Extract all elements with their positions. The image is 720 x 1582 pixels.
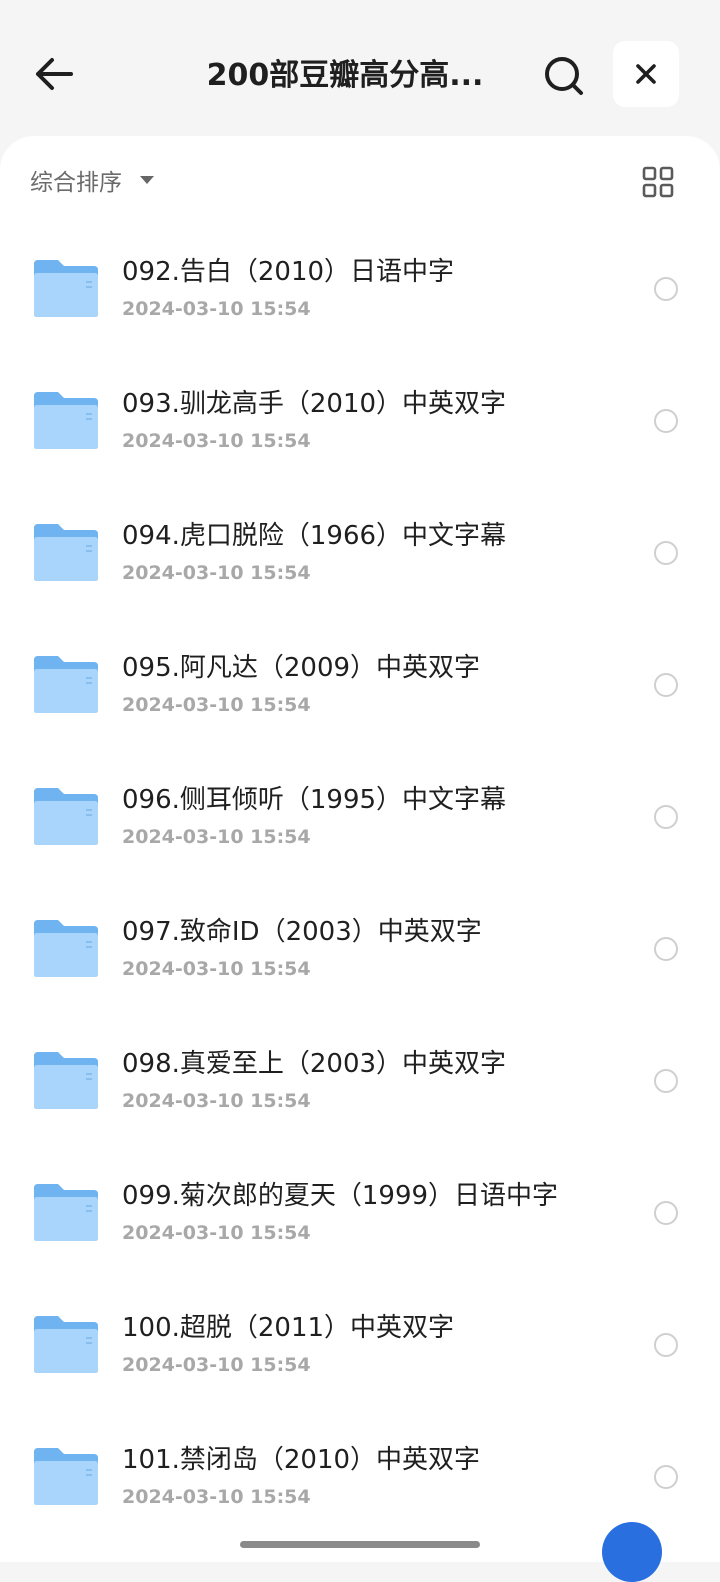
file-list-panel: 综合排序 092.告白（2010）日语中字 2024-03-10 15:54 0… [0, 136, 720, 1562]
file-date: 2024-03-10 15:54 [122, 958, 311, 980]
list-item[interactable]: 095.阿凡达（2009）中英双字 2024-03-10 15:54 [0, 628, 720, 760]
sort-label: 综合排序 [30, 170, 122, 196]
list-item[interactable]: 098.真爱至上（2003）中英双字 2024-03-10 15:54 [0, 1024, 720, 1156]
list-item[interactable]: 096.侧耳倾听（1995）中文字幕 2024-03-10 15:54 [0, 760, 720, 892]
folder-icon [34, 1448, 98, 1505]
file-name: 096.侧耳倾听（1995）中文字幕 [122, 785, 507, 815]
grid-view-button[interactable] [638, 162, 678, 202]
file-name: 093.驯龙高手（2010）中英双字 [122, 389, 507, 419]
list-item[interactable]: 099.菊次郎的夏天（1999）日语中字 2024-03-10 15:54 [0, 1156, 720, 1288]
select-radio[interactable] [654, 409, 678, 433]
search-icon [545, 57, 583, 95]
close-icon [636, 64, 656, 84]
folder-icon [34, 1316, 98, 1373]
home-indicator[interactable] [240, 1541, 480, 1548]
folder-icon [34, 920, 98, 977]
close-button[interactable] [613, 41, 679, 107]
file-name: 099.菊次郎的夏天（1999）日语中字 [122, 1181, 559, 1211]
file-date: 2024-03-10 15:54 [122, 562, 311, 584]
list-item[interactable]: 097.致命ID（2003）中英双字 2024-03-10 15:54 [0, 892, 720, 1024]
list-item[interactable]: 092.告白（2010）日语中字 2024-03-10 15:54 [0, 232, 720, 364]
file-name: 095.阿凡达（2009）中英双字 [122, 653, 481, 683]
list-item[interactable]: 100.超脱（2011）中英双字 2024-03-10 15:54 [0, 1288, 720, 1420]
file-date: 2024-03-10 15:54 [122, 1090, 311, 1112]
select-radio[interactable] [654, 541, 678, 565]
sort-dropdown[interactable]: 综合排序 [30, 158, 154, 202]
select-radio[interactable] [654, 805, 678, 829]
grid-view-icon [642, 166, 674, 198]
file-date: 2024-03-10 15:54 [122, 1222, 311, 1244]
select-radio[interactable] [654, 1465, 678, 1489]
page-title: 200部豆瓣高分高... [206, 58, 484, 93]
file-name: 097.致命ID（2003）中英双字 [122, 917, 482, 947]
app-header: 200部豆瓣高分高... [0, 0, 720, 140]
select-radio[interactable] [654, 277, 678, 301]
arrow-left-icon [36, 58, 73, 90]
floating-action-button[interactable] [602, 1522, 662, 1582]
select-radio[interactable] [654, 1069, 678, 1093]
select-radio[interactable] [654, 673, 678, 697]
file-name: 094.虎口脱险（1966）中文字幕 [122, 521, 507, 551]
file-date: 2024-03-10 15:54 [122, 1486, 311, 1508]
folder-icon [34, 1184, 98, 1241]
file-date: 2024-03-10 15:54 [122, 1354, 311, 1376]
file-name: 092.告白（2010）日语中字 [122, 257, 455, 287]
select-radio[interactable] [654, 1201, 678, 1225]
search-button[interactable] [538, 50, 590, 102]
back-button[interactable] [30, 50, 78, 98]
select-radio[interactable] [654, 937, 678, 961]
file-date: 2024-03-10 15:54 [122, 694, 311, 716]
folder-icon [34, 656, 98, 713]
folder-icon [34, 524, 98, 581]
file-date: 2024-03-10 15:54 [122, 430, 311, 452]
list-item[interactable]: 094.虎口脱险（1966）中文字幕 2024-03-10 15:54 [0, 496, 720, 628]
folder-icon [34, 260, 98, 317]
file-date: 2024-03-10 15:54 [122, 298, 311, 320]
select-radio[interactable] [654, 1333, 678, 1357]
folder-icon [34, 788, 98, 845]
file-name: 100.超脱（2011）中英双字 [122, 1313, 455, 1343]
file-date: 2024-03-10 15:54 [122, 826, 311, 848]
folder-icon [34, 1052, 98, 1109]
caret-down-icon [140, 176, 154, 184]
folder-icon [34, 392, 98, 449]
file-name: 098.真爱至上（2003）中英双字 [122, 1049, 507, 1079]
list-item[interactable]: 093.驯龙高手（2010）中英双字 2024-03-10 15:54 [0, 364, 720, 496]
file-name: 101.禁闭岛（2010）中英双字 [122, 1445, 481, 1475]
